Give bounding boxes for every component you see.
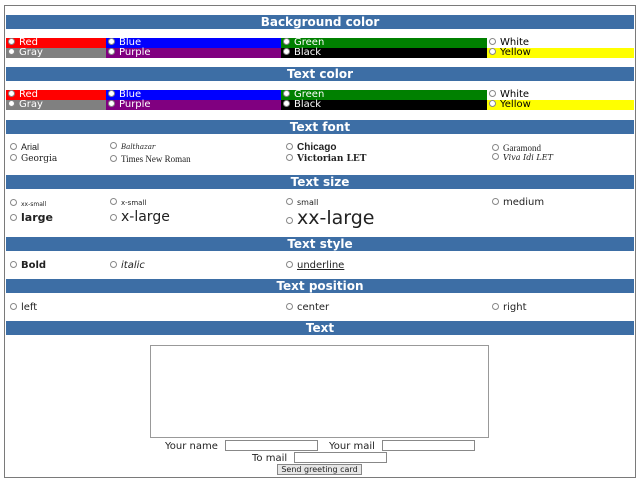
radio-icon[interactable] [283,90,290,97]
section-header-text: Text [6,321,634,335]
position-center-option[interactable]: center [284,302,329,313]
bg-color-black-option[interactable]: Black [281,48,487,58]
text-color-yellow-option[interactable]: Yellow [487,100,634,110]
greeting-card-form: Background color Red Blue Green White Gr… [4,5,636,478]
to-mail-input[interactable] [294,452,387,463]
size-xx-large-option[interactable]: xx-large [284,207,375,229]
section-header-text-color: Text color [6,67,634,81]
size-small-option[interactable]: small [284,198,318,207]
font-chicago-option[interactable]: Chicago [284,142,336,153]
font-georgia-option[interactable]: Georgia [8,154,57,164]
radio-icon[interactable] [110,214,117,221]
radio-icon[interactable] [286,217,293,224]
section-header-text-style: Text style [6,237,634,251]
your-name-label: Your name [165,441,218,452]
bg-color-yellow-option[interactable]: Yellow [487,48,634,58]
radio-icon[interactable] [108,100,115,107]
size-x-small-option[interactable]: x-small [108,198,146,207]
radio-icon[interactable] [8,38,15,45]
your-name-input[interactable] [225,440,318,451]
font-times-new-roman-option[interactable]: Times New Roman [108,154,191,164]
font-balthazar-option[interactable]: Balthazar [108,142,155,151]
your-mail-input[interactable] [382,440,475,451]
style-bold-option[interactable]: Bold [8,260,46,271]
font-arial-option[interactable]: Arial [8,142,39,152]
text-color-purple-option[interactable]: Purple [106,100,281,110]
radio-icon[interactable] [10,143,17,150]
style-italic-option[interactable]: italic [108,260,145,271]
section-header-text-size: Text size [6,175,634,189]
radio-icon[interactable] [492,198,499,205]
radio-icon[interactable] [286,143,293,150]
radio-icon[interactable] [283,100,290,107]
radio-icon[interactable] [10,154,17,161]
send-greeting-card-button[interactable]: Send greeting card [277,464,362,475]
radio-icon[interactable] [286,303,293,310]
radio-icon[interactable] [110,155,117,162]
radio-icon[interactable] [489,38,496,45]
radio-icon[interactable] [492,153,499,160]
text-color-black-option[interactable]: Black [281,100,487,110]
section-header-text-font: Text font [6,120,634,134]
radio-icon[interactable] [108,48,115,55]
position-right-option[interactable]: right [490,302,527,313]
section-header-background-color: Background color [6,15,634,29]
style-underline-option[interactable]: underline [284,260,344,271]
text-color-gray-option[interactable]: Gray [6,100,106,110]
section-header-text-position: Text position [6,279,634,293]
radio-icon[interactable] [489,48,496,55]
size-x-large-option[interactable]: x-large [108,209,170,225]
radio-icon[interactable] [286,198,293,205]
size-large-option[interactable]: large [8,211,53,224]
bg-color-gray-option[interactable]: Gray [6,48,106,58]
radio-icon[interactable] [8,100,15,107]
font-victorian-option[interactable]: Victorian LET [284,154,366,164]
radio-icon[interactable] [10,303,17,310]
radio-icon[interactable] [492,303,499,310]
radio-icon[interactable] [10,199,17,206]
radio-icon[interactable] [492,144,499,151]
radio-icon[interactable] [110,261,117,268]
radio-icon[interactable] [110,198,117,205]
radio-icon[interactable] [110,142,117,149]
radio-icon[interactable] [108,38,115,45]
font-garamond-option[interactable]: Garamond [490,143,541,153]
radio-icon[interactable] [286,154,293,161]
radio-icon[interactable] [286,261,293,268]
position-left-option[interactable]: left [8,302,37,313]
your-mail-label: Your mail [329,441,375,452]
font-vivaldi-option[interactable]: Viva Idi LET [490,153,553,162]
radio-icon[interactable] [489,100,496,107]
radio-icon[interactable] [8,48,15,55]
radio-icon[interactable] [10,261,17,268]
message-textarea[interactable] [150,345,489,438]
size-xx-small-option[interactable]: xx-small [8,199,46,208]
size-medium-option[interactable]: medium [490,197,544,208]
radio-icon[interactable] [8,90,15,97]
radio-icon[interactable] [489,90,496,97]
radio-icon[interactable] [10,214,17,221]
radio-icon[interactable] [108,90,115,97]
radio-icon[interactable] [283,38,290,45]
to-mail-label: To mail [252,453,288,464]
radio-icon[interactable] [283,48,290,55]
bg-color-purple-option[interactable]: Purple [106,48,281,58]
